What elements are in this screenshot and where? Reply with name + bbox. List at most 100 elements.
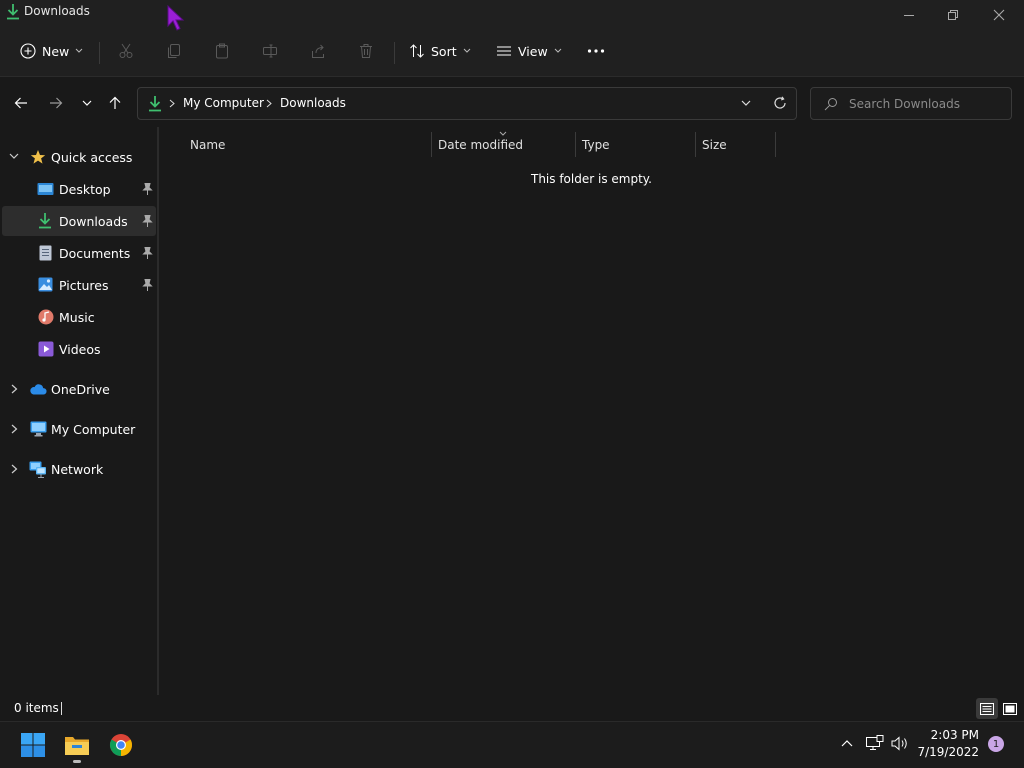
document-icon xyxy=(39,245,52,261)
arrow-right-icon xyxy=(50,97,63,109)
sidebar-item-label: Network xyxy=(51,462,104,477)
tiles-view-icon xyxy=(1003,702,1017,715)
notification-badge[interactable]: 1 xyxy=(988,736,1004,752)
sidebar-item-documents[interactable]: Documents xyxy=(0,238,157,268)
chevron-down-icon xyxy=(554,48,562,53)
search-input[interactable] xyxy=(849,95,1004,113)
more-options-button[interactable] xyxy=(583,38,609,64)
breadcrumb-my-computer[interactable]: My Computer xyxy=(183,96,264,110)
taskbar-chrome[interactable] xyxy=(105,729,137,761)
sidebar-item-label: Downloads xyxy=(59,214,128,229)
column-header-type[interactable]: Type xyxy=(582,133,610,157)
delete-button[interactable] xyxy=(353,38,379,64)
tiles-view-button[interactable] xyxy=(1000,698,1020,719)
details-view-button[interactable] xyxy=(976,698,998,719)
file-list[interactable] xyxy=(159,127,1024,695)
sidebar-item-videos[interactable]: Videos xyxy=(0,334,157,364)
rename-button[interactable] xyxy=(257,38,283,64)
toolbar-separator xyxy=(99,42,100,64)
sidebar-item-music[interactable]: Music xyxy=(0,302,157,332)
download-icon xyxy=(39,213,51,229)
copy-button[interactable] xyxy=(161,38,187,64)
chevron-down-icon xyxy=(82,100,92,106)
sidebar-item-desktop[interactable]: Desktop xyxy=(0,174,157,204)
forward-button[interactable] xyxy=(43,90,69,116)
column-label: Type xyxy=(582,138,610,152)
view-button[interactable]: View xyxy=(496,30,562,72)
sidebar-item-quick-access[interactable]: Quick access xyxy=(0,142,157,172)
sidebar-item-label: Documents xyxy=(59,246,131,261)
close-icon xyxy=(993,9,1005,21)
column-label: Date modified xyxy=(438,138,524,152)
column-header-date-modified[interactable]: Date modified xyxy=(438,133,523,157)
paste-button[interactable] xyxy=(209,38,235,64)
clock-date[interactable]: 7/19/2022 xyxy=(915,745,979,759)
empty-folder-message: This folder is empty. xyxy=(531,172,652,186)
sort-button[interactable]: Sort xyxy=(409,30,471,72)
download-icon xyxy=(7,4,19,20)
chevron-right-icon xyxy=(11,464,18,474)
chevron-right-icon xyxy=(11,384,18,394)
restore-button[interactable] xyxy=(930,0,976,30)
start-button[interactable] xyxy=(17,729,49,761)
clock-time[interactable]: 2:03 PM xyxy=(925,728,979,742)
address-bar[interactable]: My Computer Downloads xyxy=(137,87,797,120)
pin-icon[interactable] xyxy=(141,182,153,196)
column-resizer[interactable] xyxy=(775,132,776,157)
sidebar-item-label: Quick access xyxy=(51,150,133,165)
network-icon xyxy=(29,461,46,478)
column-resizer[interactable] xyxy=(431,132,432,157)
column-label: Name xyxy=(190,138,226,152)
mouse-cursor-icon xyxy=(167,4,185,31)
share-button[interactable] xyxy=(305,38,331,64)
title-bar xyxy=(0,0,1024,30)
column-header-name[interactable]: Name xyxy=(190,133,225,157)
arrow-up-icon xyxy=(109,96,121,109)
new-button[interactable]: New xyxy=(20,30,83,72)
item-count: 0 items xyxy=(14,701,59,715)
cut-button[interactable] xyxy=(113,38,139,64)
column-resizer[interactable] xyxy=(575,132,576,157)
sidebar-item-label: OneDrive xyxy=(51,382,110,397)
picture-icon xyxy=(38,277,53,292)
up-button[interactable] xyxy=(102,90,128,116)
pin-icon[interactable] xyxy=(141,246,153,260)
arrow-left-icon xyxy=(14,97,27,109)
sidebar-item-my-computer[interactable]: My Computer xyxy=(0,414,157,444)
restore-icon xyxy=(948,10,958,20)
sort-icon xyxy=(410,44,424,58)
sidebar-item-pictures[interactable]: Pictures xyxy=(0,270,157,300)
address-history-chevron-icon[interactable] xyxy=(741,100,751,107)
view-label: View xyxy=(518,43,548,59)
column-header-size[interactable]: Size xyxy=(702,133,727,157)
new-label: New xyxy=(42,43,70,59)
sidebar-item-network[interactable]: Network xyxy=(0,454,157,484)
sidebar-item-label: Pictures xyxy=(59,278,109,293)
search-icon xyxy=(824,98,837,111)
plus-circle-icon xyxy=(20,43,36,59)
breadcrumb-downloads[interactable]: Downloads xyxy=(280,96,346,110)
minimize-button[interactable] xyxy=(886,0,932,30)
pin-icon[interactable] xyxy=(141,214,153,228)
network-status-icon[interactable] xyxy=(866,735,884,751)
chevron-up-icon[interactable] xyxy=(841,739,853,747)
sidebar-item-downloads[interactable]: Downloads xyxy=(2,206,156,236)
desktop-icon xyxy=(37,183,54,195)
cut-icon xyxy=(119,43,133,58)
back-button[interactable] xyxy=(8,90,34,116)
taskbar-file-explorer[interactable] xyxy=(61,729,93,761)
chrome-icon xyxy=(110,734,132,756)
recent-locations-button[interactable] xyxy=(74,90,100,116)
column-resizer[interactable] xyxy=(695,132,696,157)
chevron-right-icon xyxy=(11,424,18,434)
volume-icon[interactable] xyxy=(891,736,909,751)
close-button[interactable] xyxy=(976,0,1022,30)
sidebar-item-onedrive[interactable]: OneDrive xyxy=(0,374,157,404)
status-separator xyxy=(61,702,62,715)
search-box[interactable] xyxy=(810,87,1012,120)
chevron-down-icon xyxy=(463,48,470,53)
music-icon xyxy=(38,309,54,325)
rename-icon xyxy=(263,44,277,58)
refresh-icon[interactable] xyxy=(773,96,787,110)
pin-icon[interactable] xyxy=(141,278,153,292)
